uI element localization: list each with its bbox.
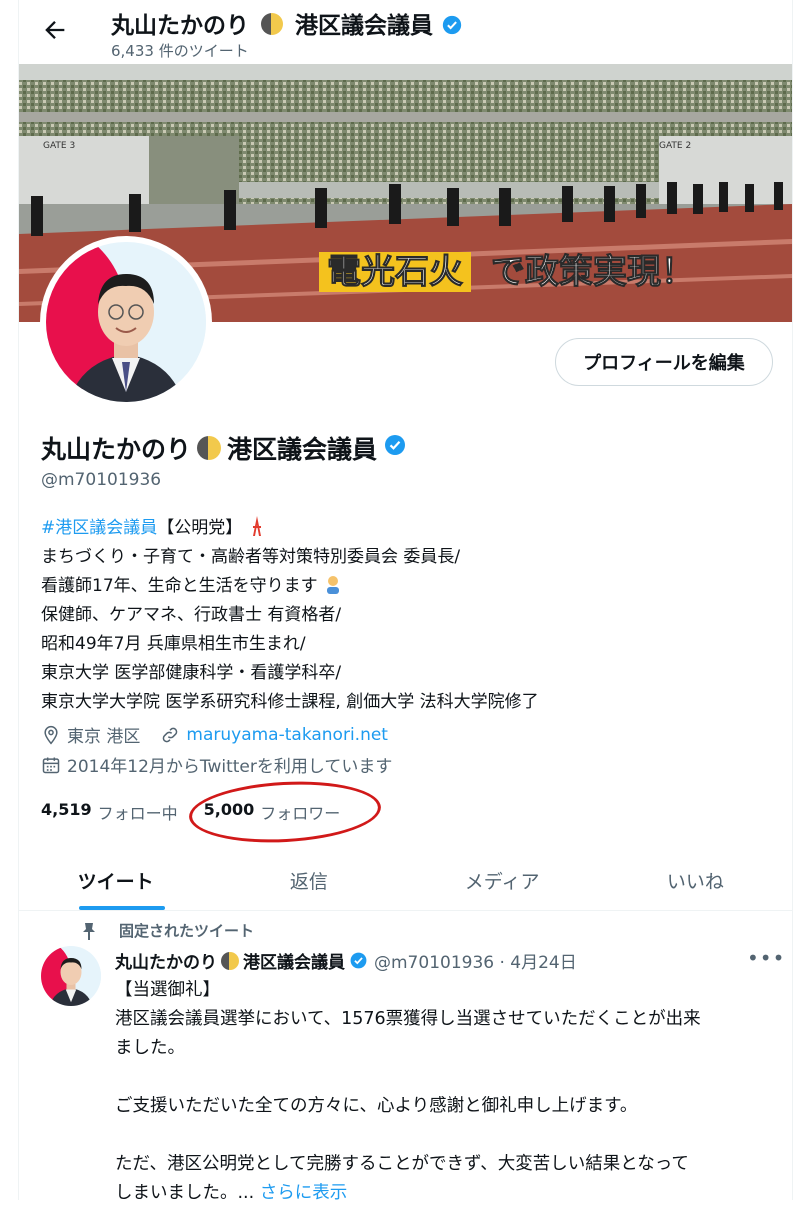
pinned-indicator: 固定されたツイート	[81, 920, 254, 941]
show-more-link[interactable]: さらに表示	[260, 1183, 348, 1203]
tweet-avatar[interactable]	[41, 946, 101, 1006]
profile-page: 丸山たかのり 港区議会議員 6,433 件のツイート GATE 3 GATE 2…	[18, 0, 793, 1203]
bio-line: 看護師17年、生命と生活を守ります	[41, 572, 539, 601]
edit-profile-button[interactable]: プロフィールを編集	[555, 338, 773, 386]
tab-likes[interactable]: いいね	[599, 850, 792, 910]
tweet-body: 【当選御礼】 港区議会議員選挙において、1576票獲得し当選させていただくことが…	[115, 976, 775, 1208]
profile-joined-row: 2014年12月からTwitterを利用しています	[41, 752, 392, 777]
tokyo-tower-emoji-icon	[248, 516, 266, 546]
banner-slogan: 電光石火 で政策実現！	[319, 244, 789, 293]
more-dots-icon[interactable]: •••	[747, 946, 785, 970]
profile-joined-date: 2014年12月からTwitterを利用しています	[67, 757, 393, 777]
tab-tweets[interactable]: ツイート	[19, 850, 212, 910]
annotation-circle	[187, 777, 383, 847]
following-link[interactable]: 4,519 フォロー中	[41, 800, 178, 824]
profile-bio: #港区議会議員【公明党】 まちづくり・子育て・高齢者等対策特別委員会 委員長/ …	[41, 514, 539, 717]
header-title-suffix: 港区議会議員	[295, 13, 434, 39]
tweet-author-suffix[interactable]: 港区議会議員	[243, 948, 345, 973]
bio-line: 昭和49年7月 兵庫県相生市生まれ/	[41, 634, 306, 654]
tweet-line: 港区議会議員選挙において、1576票獲得し当選させていただくことが出来	[115, 1009, 701, 1029]
moon-emoji-icon	[261, 13, 284, 35]
profile-name: 丸山たかのり 港区議会議員	[41, 430, 407, 466]
header-title-prefix: 丸山たかのり	[111, 13, 249, 39]
calendar-icon	[41, 755, 61, 775]
profile-meta-row: 東京 港区 maruyama-takanori.net	[41, 722, 388, 747]
tab-label: メディア	[464, 870, 540, 893]
tweet-author-prefix[interactable]: 丸山たかのり	[115, 948, 217, 973]
tweet-line	[115, 1063, 775, 1092]
tweet-header: 丸山たかのり 港区議会議員 @m70101936 · 4月24日	[115, 948, 577, 973]
verified-badge-icon	[383, 433, 407, 463]
tweet-line-last: しまいました。...	[115, 1183, 255, 1203]
tweet-line: ただ、港区公明党として完勝することができず、大変苦しい結果となって	[115, 1154, 689, 1174]
tweet-line	[115, 1121, 775, 1150]
bio-line: #港区議会議員【公明党】	[41, 514, 539, 543]
tab-media[interactable]: メディア	[406, 850, 599, 910]
link-icon	[160, 725, 180, 745]
gate-right-label: GATE 2	[659, 141, 691, 151]
bio-line: 保健師、ケアマネ、行政書士 有資格者/	[41, 605, 342, 625]
profile-website-link[interactable]: maruyama-takanori.net	[186, 725, 388, 745]
banner-slogan-highlight: 電光石火	[319, 252, 471, 293]
profile-location: 東京 港区	[67, 727, 141, 747]
tweet-line: 【当選御礼】	[115, 980, 220, 1000]
tweet-line: ました。	[115, 1038, 185, 1058]
header-title: 丸山たかのり 港区議会議員	[111, 6, 463, 42]
moon-emoji-icon	[197, 436, 222, 460]
profile-avatar[interactable]	[40, 236, 212, 408]
tweet-handle-date: @m70101936 · 4月24日	[374, 953, 577, 973]
profile-tabs: ツイート 返信 メディア いいね	[19, 850, 792, 911]
verified-badge-icon	[349, 951, 368, 970]
tab-replies[interactable]: 返信	[212, 850, 405, 910]
bio-line: 東京大学 医学部健康科学・看護学科卒/	[41, 663, 342, 683]
bio-line: 東京大学大学院 医学系研究科修士課程, 創価大学 法科大学院修了	[41, 692, 539, 712]
pinned-label: 固定されたツイート	[119, 922, 255, 940]
following-count: 4,519	[41, 800, 92, 819]
verified-badge-icon	[441, 14, 463, 42]
profile-handle: @m70101936	[41, 470, 162, 490]
tab-label: ツイート	[77, 870, 154, 893]
profile-name-suffix: 港区議会議員	[227, 435, 378, 464]
bio-line1-text: 【公明党】	[157, 518, 243, 538]
location-pin-icon	[41, 725, 61, 745]
bio-line3-text: 看護師17年、生命と生活を守ります	[41, 576, 318, 596]
bio-line: まちづくり・子育て・高齢者等対策特別委員会 委員長/	[41, 547, 461, 567]
pin-icon	[81, 922, 97, 940]
tweet-line: ご支援いただいた全ての方々に、心より感謝と御礼申し上げます。	[115, 1096, 638, 1116]
following-label: フォロー中	[97, 804, 178, 823]
bio-hashtag-link[interactable]: #港区議会議員	[41, 518, 157, 538]
tweet-count: 6,433 件のツイート	[111, 42, 249, 60]
banner-slogan-rest: で政策実現！	[490, 252, 695, 293]
gate-left-label: GATE 3	[43, 141, 75, 151]
moon-emoji-icon	[221, 951, 239, 970]
back-arrow-icon[interactable]	[41, 16, 69, 44]
nurse-emoji-icon	[323, 574, 343, 604]
tab-label: いいね	[666, 870, 724, 893]
profile-name-prefix: 丸山たかのり	[41, 435, 192, 464]
tweet-line: しまいました。... さらに表示	[115, 1179, 775, 1208]
tab-label: 返信	[289, 870, 328, 893]
active-tab-indicator	[79, 906, 165, 910]
